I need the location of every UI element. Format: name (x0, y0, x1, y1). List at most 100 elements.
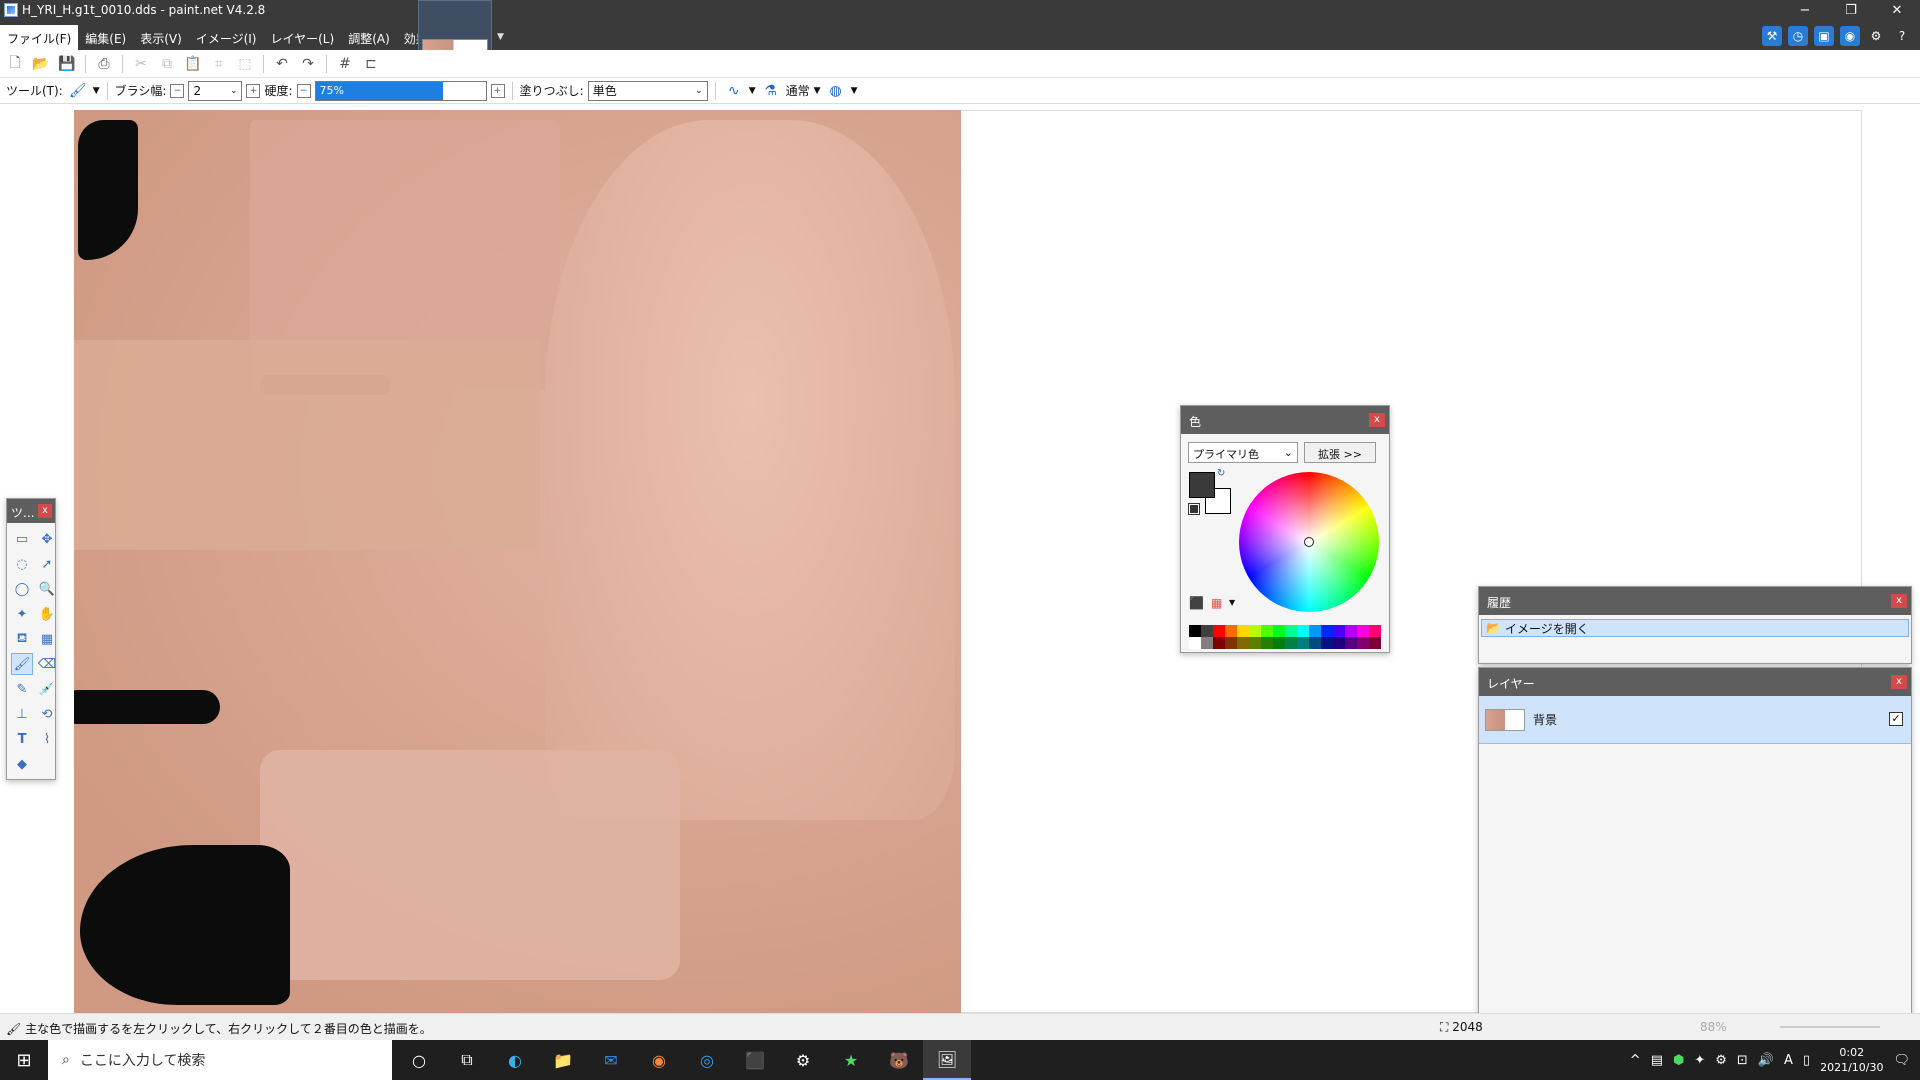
palette-swatch[interactable] (1345, 637, 1357, 649)
menu-image[interactable]: イメージ(I) (189, 25, 264, 50)
palette-swatch[interactable] (1213, 637, 1225, 649)
menu-view[interactable]: 表示(V) (133, 25, 189, 50)
settings-gear-icon[interactable]: ⚙ (1866, 26, 1886, 46)
zoom-icon[interactable]: 🔍 (36, 578, 58, 600)
chevron-down-icon[interactable]: ▼ (851, 86, 858, 96)
palette-swatch[interactable] (1213, 625, 1225, 637)
volume-icon[interactable]: 🔊 (1758, 1053, 1774, 1068)
layers-window-toggle-icon[interactable]: ▣ (1814, 26, 1834, 46)
menu-adjustments[interactable]: 調整(A) (341, 25, 397, 50)
rectangle-select-icon[interactable]: ▭ (11, 528, 33, 550)
layer-row[interactable]: 背景 ✓ (1479, 696, 1911, 744)
layer-visibility-checkbox[interactable]: ✓ (1889, 712, 1903, 726)
taskbar-search[interactable]: ⌕ ここに入力して検索 (48, 1040, 392, 1080)
menu-layers[interactable]: レイヤー(L) (263, 25, 341, 50)
paintbrush-icon[interactable]: 🖌 (11, 653, 33, 675)
brush-width-decrease-icon[interactable]: − (170, 83, 185, 98)
clone-stamp-icon[interactable]: ⊥ (11, 703, 33, 725)
palette-swatch[interactable] (1225, 625, 1237, 637)
history-window-toggle-icon[interactable]: ◷ (1788, 26, 1808, 46)
image-canvas[interactable] (60, 110, 961, 1013)
deselect-icon[interactable]: ⬚ (234, 53, 256, 75)
palette-swatch[interactable] (1333, 637, 1345, 649)
crop-icon[interactable]: ⌗ (208, 53, 230, 75)
antialiasing-icon[interactable]: ∿ (723, 80, 745, 102)
hardness-decrease-icon[interactable]: − (296, 83, 311, 98)
restore-button[interactable]: ❐ (1828, 0, 1874, 22)
zoom-value[interactable]: 88% (1700, 1020, 1727, 1034)
line-curve-icon[interactable]: ⌇ (36, 728, 58, 750)
color-palette[interactable] (1189, 625, 1381, 649)
layers-window-title[interactable]: レイヤー x (1479, 668, 1911, 696)
palette-swatch[interactable] (1273, 637, 1285, 649)
fill-mode-select[interactable]: 単色 ⌄ (587, 80, 708, 101)
ime-mode-icon[interactable]: ▯ (1803, 1053, 1810, 1068)
steam-icon[interactable]: ⚙ (779, 1040, 827, 1080)
history-window-title[interactable]: 履歴 x (1479, 587, 1911, 615)
palette-swatch[interactable] (1249, 625, 1261, 637)
palette-swatch[interactable] (1201, 637, 1213, 649)
color-mode-select[interactable]: プライマリ色 ⌄ (1188, 442, 1298, 463)
color-wheel[interactable] (1239, 472, 1379, 612)
tools-window-title[interactable]: ツ... x (7, 499, 55, 523)
gradient-icon[interactable]: ▦ (36, 628, 58, 650)
chevron-up-icon[interactable]: ^ (1630, 1053, 1641, 1068)
undo-icon[interactable]: ↶ (271, 53, 293, 75)
tools-window-close-button[interactable]: x (38, 504, 52, 518)
paintnet-taskbar-icon[interactable]: 🖼 (923, 1040, 971, 1080)
palette-swatch[interactable] (1345, 625, 1357, 637)
palette-swatch[interactable] (1189, 637, 1201, 649)
palette-swatch[interactable] (1261, 625, 1273, 637)
edge-browser-icon[interactable]: ◐ (491, 1040, 539, 1080)
reset-colors-icon[interactable] (1188, 503, 1200, 515)
recolor-icon[interactable]: ⟲ (36, 703, 58, 725)
palette-swatch[interactable] (1369, 637, 1381, 649)
close-button[interactable]: ✕ (1874, 0, 1920, 22)
palette-swatch[interactable] (1237, 625, 1249, 637)
print-icon[interactable]: ⎙ (93, 53, 115, 75)
tray-steam-icon[interactable]: ⚙ (1715, 1053, 1727, 1068)
pan-hand-icon[interactable]: ✋ (36, 603, 58, 625)
palette-swatch[interactable] (1321, 637, 1333, 649)
menu-edit[interactable]: 編集(E) (78, 25, 133, 50)
grid-icon[interactable]: # (334, 53, 356, 75)
palette-swatch[interactable] (1261, 637, 1273, 649)
palette-swatch[interactable] (1201, 625, 1213, 637)
chevron-down-icon[interactable]: ▼ (749, 86, 756, 96)
selection-clipping-icon[interactable]: ◍ (825, 80, 847, 102)
paint-bucket-icon[interactable]: ⛾ (11, 628, 33, 650)
save-icon[interactable]: 💾 (56, 53, 78, 75)
colors-window-toggle-icon[interactable]: ◉ (1840, 26, 1860, 46)
open-folder-icon[interactable]: 📂 (30, 53, 52, 75)
tools-window-toggle-icon[interactable]: ⚒ (1762, 26, 1782, 46)
shapes-icon[interactable]: ◆ (11, 753, 33, 775)
tray-bluetooth-icon[interactable]: ✦ (1694, 1053, 1705, 1068)
palette-swatch[interactable] (1273, 625, 1285, 637)
clock[interactable]: 0:02 2021/10/30 (1820, 1045, 1883, 1075)
tab-list-dropdown-icon[interactable]: ▼ (497, 32, 507, 42)
epic-games-icon[interactable]: ⬛ (731, 1040, 779, 1080)
file-explorer-icon[interactable]: 📁 (539, 1040, 587, 1080)
task-view-icon[interactable]: ⧉ (443, 1040, 491, 1080)
hardness-slider[interactable]: 75% (314, 80, 487, 101)
cortana-icon[interactable]: ○ (395, 1040, 443, 1080)
eraser-icon[interactable]: ⌫ (36, 653, 58, 675)
palette-swatch[interactable] (1309, 625, 1321, 637)
blend-mode-icon[interactable]: ⚗ (760, 80, 782, 102)
palette-swatch[interactable] (1321, 625, 1333, 637)
palette-swatch[interactable] (1249, 637, 1261, 649)
history-window-close-button[interactable]: x (1891, 594, 1907, 608)
bear-app-icon[interactable]: 🐻 (875, 1040, 923, 1080)
help-icon[interactable]: ? (1892, 26, 1912, 46)
minimize-button[interactable]: − (1782, 0, 1828, 22)
palette-swatch[interactable] (1369, 625, 1381, 637)
palette-swatch[interactable] (1357, 625, 1369, 637)
windows-start-icon[interactable]: ⊞ (0, 1040, 48, 1080)
lasso-select-icon[interactable]: ◌ (11, 553, 33, 575)
zoom-slider[interactable] (1780, 1026, 1880, 1028)
palette-swatch[interactable] (1309, 637, 1321, 649)
mail-icon[interactable]: ✉ (587, 1040, 635, 1080)
palette-menu-icon[interactable]: ▦ (1211, 596, 1222, 610)
chevron-down-icon[interactable]: ▼ (1229, 598, 1235, 607)
text-icon[interactable]: T (11, 728, 33, 750)
